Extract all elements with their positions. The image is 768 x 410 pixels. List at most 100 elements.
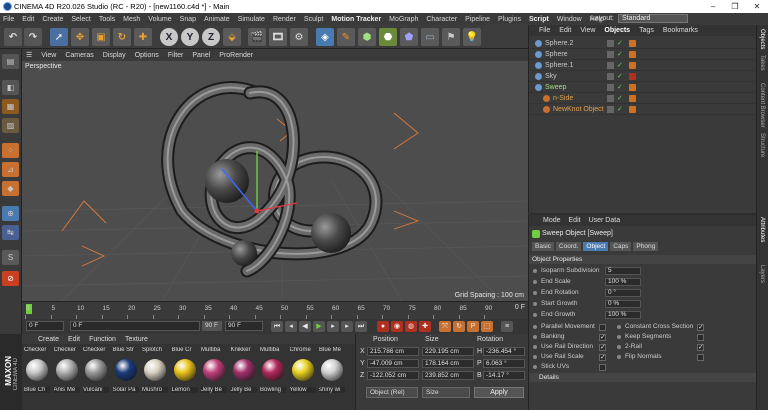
enabled-check-icon[interactable]: ✓ — [617, 104, 623, 115]
tweak-mode-icon[interactable]: ↹ — [2, 225, 19, 240]
previous-frame-icon[interactable]: ◀ — [299, 321, 311, 332]
material-menu-create[interactable]: Create — [38, 336, 59, 343]
next-key-icon[interactable]: ▸ — [341, 321, 353, 332]
visibility-toggle[interactable] — [607, 84, 614, 91]
menu-sculpt[interactable]: Sculpt — [304, 16, 323, 23]
property-value-field[interactable]: 5 — [605, 267, 641, 275]
visibility-toggle[interactable] — [607, 40, 614, 47]
live-selection-icon[interactable]: ➚ — [50, 28, 68, 46]
size-field[interactable]: 229.195 cm — [422, 347, 474, 356]
key-rotation-icon[interactable]: ↻ — [453, 321, 465, 332]
light-icon[interactable]: 💡 — [463, 28, 481, 46]
material-tag-icon[interactable] — [629, 84, 636, 91]
side-tab-content-browser[interactable]: Content Browser — [759, 83, 765, 128]
tab-basic[interactable]: Basic — [532, 242, 554, 251]
camera-icon[interactable]: ⚑ — [442, 28, 460, 46]
snap-icon[interactable]: S — [2, 250, 19, 265]
object-row[interactable]: NewKnot Object ✓ — [529, 104, 757, 115]
rotate-icon[interactable]: ↻ — [113, 28, 131, 46]
object-row[interactable]: n-Side ✓ — [529, 93, 757, 104]
viewport-menu-filter[interactable]: Filter — [168, 52, 184, 59]
menu-edit[interactable]: Edit — [22, 16, 34, 23]
goto-end-icon[interactable]: ⏭ — [355, 321, 367, 332]
tab-caps[interactable]: Caps — [610, 242, 632, 251]
goto-start-icon[interactable]: ⏮ — [271, 321, 283, 332]
viewport-menu-panel[interactable]: Panel — [192, 52, 210, 59]
preview-end-field[interactable]: 90 F — [202, 321, 222, 331]
apply-button[interactable]: Apply — [474, 387, 524, 398]
property-checkbox[interactable]: ✓ — [697, 324, 704, 331]
z-axis-lock-icon[interactable]: Z — [202, 28, 220, 46]
enabled-check-icon[interactable]: ✓ — [617, 93, 623, 104]
property-checkbox[interactable]: ✓ — [599, 344, 606, 351]
menu-mograph[interactable]: MoGraph — [389, 16, 418, 23]
model-mode-icon[interactable]: ◧ — [2, 80, 19, 95]
property-checkbox[interactable]: ✓ — [697, 344, 704, 351]
menu-motion-tracker[interactable]: Motion Tracker — [331, 16, 381, 23]
y-axis-lock-icon[interactable]: Y — [181, 28, 199, 46]
menu-script[interactable]: Script — [529, 16, 549, 23]
visibility-toggle[interactable] — [607, 95, 614, 102]
viewport-menu-options[interactable]: Options — [135, 52, 159, 59]
menu-select[interactable]: Select — [71, 16, 90, 23]
key-scale-icon[interactable]: ⤧ — [439, 321, 451, 332]
visibility-toggle[interactable] — [607, 62, 614, 69]
coordinate-mode-dropdown[interactable]: Object (Rel) — [366, 387, 418, 398]
subdivision-icon[interactable]: ⬢ — [358, 28, 376, 46]
minimize-button[interactable]: – — [702, 0, 724, 13]
timeline-menu-icon[interactable]: ≡ — [501, 321, 513, 332]
property-value-field[interactable]: 100 % — [605, 278, 641, 286]
visibility-toggle[interactable] — [607, 106, 614, 113]
material-swatch[interactable]: Checker Anis Me — [53, 347, 80, 399]
property-checkbox[interactable] — [697, 334, 704, 341]
tab-object[interactable]: Object — [583, 242, 609, 251]
menu-pipeline[interactable]: Pipeline — [465, 16, 490, 23]
material-tag-icon[interactable] — [629, 40, 636, 47]
position-field[interactable]: -122.052 cm — [367, 371, 419, 380]
min-frame-field[interactable]: 0 F — [26, 321, 64, 331]
object-menu-edit[interactable]: Edit — [559, 27, 571, 34]
size-mode-dropdown[interactable]: Size — [422, 387, 470, 398]
material-swatch[interactable]: Blue Str Solar Pa — [112, 347, 139, 399]
key-position-icon[interactable]: ✚ — [419, 321, 431, 332]
material-swatch[interactable]: Knikker Jelly Be — [230, 347, 257, 399]
object-menu-bookmarks[interactable]: Bookmarks — [663, 27, 698, 34]
viewport-menu-display[interactable]: Display — [103, 52, 126, 59]
texture-mode-icon[interactable]: ▦ — [2, 99, 19, 114]
coordinate-system-icon[interactable]: ⬙ — [223, 28, 241, 46]
enabled-check-icon[interactable]: ✓ — [617, 71, 623, 82]
enabled-check-icon[interactable]: ✓ — [617, 82, 623, 93]
viewport-menu-cameras[interactable]: Cameras — [65, 52, 93, 59]
previous-key-icon[interactable]: ◂ — [285, 321, 297, 332]
menu-animate[interactable]: Animate — [204, 16, 230, 23]
side-tab-objects[interactable]: Objects — [759, 29, 765, 49]
menu-plugins[interactable]: Plugins — [498, 16, 521, 23]
object-menu-objects[interactable]: Objects — [604, 27, 630, 34]
visibility-toggle[interactable] — [607, 73, 614, 80]
material-tag-icon[interactable] — [629, 106, 636, 113]
enabled-check-icon[interactable]: ✓ — [617, 38, 623, 49]
object-menu-view[interactable]: View — [580, 27, 595, 34]
object-row[interactable]: Sphere.2 ✓ — [529, 38, 757, 49]
material-swatch[interactable]: Checker Vulcani — [83, 347, 109, 399]
make-editable-icon[interactable]: ▤ — [2, 54, 19, 69]
render-settings-icon[interactable]: ⚙ — [290, 28, 308, 46]
material-swatch[interactable]: Chrome Yellow — [289, 347, 316, 399]
object-row[interactable]: Sphere ✓ — [529, 49, 757, 60]
attribute-menu-mode[interactable]: Mode — [543, 217, 561, 224]
workplane-icon[interactable]: ▧ — [2, 118, 19, 133]
max-frame-field[interactable]: 90 F — [225, 321, 263, 331]
position-field[interactable]: 215.786 cm — [367, 347, 419, 356]
rotation-field[interactable]: 6.063 ° — [483, 359, 525, 368]
property-value-field[interactable]: 0 % — [605, 300, 641, 308]
menu-volume[interactable]: Volume — [148, 16, 171, 23]
menu-mesh[interactable]: Mesh — [123, 16, 140, 23]
floor-icon[interactable]: ▭ — [421, 28, 439, 46]
render-picture-viewer-icon[interactable]: 🎞 — [269, 28, 287, 46]
menu-snap[interactable]: Snap — [180, 16, 196, 23]
viewport-menu-prorender[interactable]: ProRender — [219, 52, 253, 59]
position-field[interactable]: -47.009 cm — [367, 359, 419, 368]
preview-range-slider[interactable]: 0 F — [70, 321, 200, 331]
next-frame-icon[interactable]: ▸ — [327, 321, 339, 332]
details-section[interactable]: Details — [529, 373, 757, 382]
